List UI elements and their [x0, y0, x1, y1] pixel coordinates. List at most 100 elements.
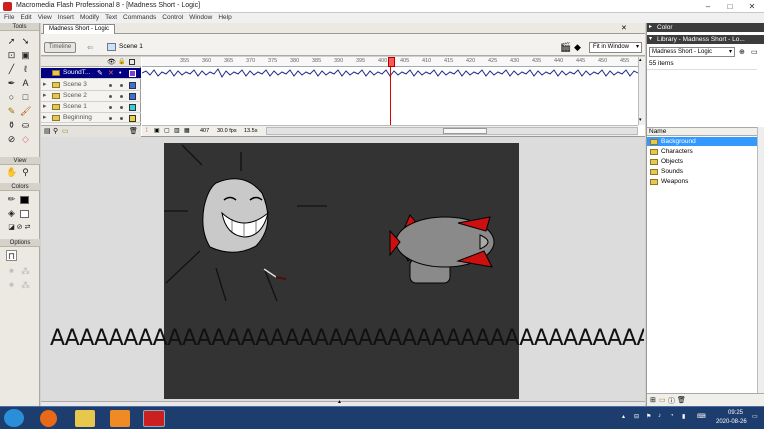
timeline-toggle-button[interactable]: Timeline [44, 42, 76, 53]
selection-tool-icon[interactable]: ➚ [6, 36, 17, 47]
pen-tool-icon[interactable]: ✒ [6, 78, 17, 89]
ink-bottle-tool-icon[interactable]: ⚱ [6, 120, 17, 131]
flash-taskbar-icon[interactable] [143, 410, 165, 427]
flag-icon[interactable]: ⚑ [646, 413, 651, 420]
library-item[interactable]: Background [647, 137, 757, 146]
new-library-panel-icon[interactable]: ▭ [751, 48, 758, 56]
battery-icon[interactable]: ▮ [682, 413, 685, 420]
timeline-vscrollbar[interactable]: ▴ ▾ [638, 57, 645, 125]
visibility-dot-icon[interactable] [109, 106, 112, 109]
onion-outline-icon[interactable]: ▢ [164, 126, 170, 136]
library-item[interactable]: Weapons [647, 177, 757, 186]
edit-multiple-frames-icon[interactable]: ▥ [174, 126, 180, 136]
snap-to-objects-icon[interactable]: ⊓ [6, 250, 17, 261]
expand-triangle-icon[interactable]: ▸ [43, 113, 47, 122]
menu-modify[interactable]: Modify [77, 13, 102, 23]
menu-commands[interactable]: Commands [120, 13, 159, 23]
brush-tool-icon[interactable]: 🖌 [20, 106, 31, 117]
layer-color-swatch[interactable] [129, 104, 136, 111]
free-transform-tool-icon[interactable]: ⊡ [6, 50, 17, 61]
layer-color-swatch[interactable] [129, 93, 136, 100]
network-icon[interactable]: ⊟ [634, 413, 639, 420]
layer-row[interactable]: ▸ Scene 2 [41, 91, 141, 102]
close-button[interactable]: ✕ [741, 1, 763, 12]
add-guide-layer-icon[interactable]: ⚲ [53, 127, 58, 135]
properties-icon[interactable]: ⓘ [668, 396, 675, 406]
pin-icon[interactable]: ⊕ [739, 48, 745, 56]
visibility-dot-icon[interactable] [109, 117, 112, 120]
collapse-arrow-icon[interactable]: ▲ [337, 399, 342, 405]
library-item[interactable]: Characters [647, 147, 757, 156]
oval-tool-icon[interactable]: ○ [6, 92, 17, 103]
expand-triangle-icon[interactable]: ▸ [43, 80, 47, 90]
library-select[interactable]: Madness Short - Logic ▾ [649, 47, 735, 57]
name-column-header[interactable]: Name [647, 127, 757, 136]
lock-dot-icon[interactable]: • [119, 69, 121, 79]
edit-scene-icon[interactable]: 🎬 [560, 42, 571, 53]
edit-symbols-icon[interactable]: ◆ [574, 42, 581, 53]
scene-breadcrumb[interactable]: Scene 1 [119, 43, 143, 50]
center-frame-icon[interactable]: ⁞ [146, 126, 148, 136]
maximize-button[interactable]: □ [719, 1, 741, 12]
expand-triangle-icon[interactable]: ▸ [43, 102, 47, 112]
media-player-icon[interactable] [110, 410, 130, 427]
menu-text[interactable]: Text [102, 13, 120, 23]
pencil-tool-icon[interactable]: ✎ [6, 106, 17, 117]
layer-row[interactable]: ▸ Scene 3 [41, 80, 141, 91]
library-item[interactable]: Sounds [647, 167, 757, 176]
onion-skin-icon[interactable]: ▣ [154, 126, 160, 136]
zoom-tool-icon[interactable]: ⚲ [20, 167, 31, 178]
visibility-dot-icon[interactable] [109, 84, 112, 87]
swap-colors-icon[interactable]: ⇄ [22, 222, 33, 233]
delete-icon[interactable]: 🗑 [677, 396, 686, 404]
clock-time[interactable]: 09:25 [728, 410, 743, 416]
hand-tool-icon[interactable]: ✋ [6, 167, 17, 178]
lock-dot-icon[interactable] [120, 117, 123, 120]
timeline-hscrollbar[interactable] [266, 127, 638, 135]
lock-icon[interactable]: 🔒 [118, 58, 125, 65]
rectangle-tool-icon[interactable]: □ [20, 92, 31, 103]
menu-view[interactable]: View [35, 13, 55, 23]
lock-dot-icon[interactable] [120, 84, 123, 87]
lasso-tool-icon[interactable]: ℓ [20, 64, 31, 75]
insert-folder-icon[interactable]: ▭ [62, 127, 69, 135]
layer-row[interactable]: ▸ Beginning [41, 113, 141, 123]
library-vscrollbar[interactable] [757, 127, 764, 393]
menu-control[interactable]: Control [159, 13, 186, 23]
modify-onion-markers-icon[interactable]: ▦ [184, 126, 190, 136]
hscroll-thumb[interactable] [443, 128, 487, 134]
visibility-dot-icon[interactable] [109, 95, 112, 98]
stroke-color-swatch[interactable] [20, 196, 29, 204]
menu-help[interactable]: Help [215, 13, 234, 23]
clock-date[interactable]: 2020-08-26 [716, 419, 747, 425]
library-panel-header[interactable]: ▾ Library - Madness Short - Lo... [647, 35, 764, 44]
playhead[interactable] [388, 57, 395, 125]
menu-insert[interactable]: Insert [55, 13, 77, 23]
document-tab[interactable]: Madness Short - Logic [43, 24, 116, 34]
line-tool-icon[interactable]: ╱ [6, 64, 17, 75]
menu-edit[interactable]: Edit [17, 13, 34, 23]
back-arrow-icon[interactable]: ⇐ [87, 43, 94, 52]
expand-triangle-icon[interactable]: ▸ [43, 91, 47, 101]
outline-icon[interactable] [129, 59, 135, 65]
hide-x-icon[interactable]: ✕ [108, 69, 114, 79]
layer-row[interactable]: SoundT... ✎ ✕ • [41, 68, 141, 79]
language-icon[interactable]: ⌨ [697, 413, 706, 420]
document-close-icon[interactable]: ✕ [621, 24, 627, 32]
minimize-button[interactable]: – [697, 1, 719, 12]
gradient-transform-tool-icon[interactable]: ▣ [20, 50, 31, 61]
lock-dot-icon[interactable] [120, 95, 123, 98]
subselection-tool-icon[interactable]: ➘ [20, 36, 31, 47]
layer-row[interactable]: ▸ Scene 1 [41, 102, 141, 113]
start-button-icon[interactable] [4, 409, 24, 427]
scroll-down-icon[interactable]: ▾ [639, 117, 642, 123]
menu-window[interactable]: Window [186, 13, 215, 23]
eyedropper-tool-icon[interactable]: ⊘ [6, 134, 17, 145]
lock-dot-icon[interactable] [120, 106, 123, 109]
eye-icon[interactable]: 👁 [107, 58, 116, 66]
eraser-tool-icon[interactable]: ◇ [20, 134, 31, 145]
file-explorer-icon[interactable] [75, 410, 95, 427]
color-panel-header[interactable]: ▸ Color [647, 23, 764, 32]
tray-chevron-icon[interactable]: ▴ [622, 413, 625, 420]
notification-icon[interactable]: ▭ [752, 413, 758, 420]
